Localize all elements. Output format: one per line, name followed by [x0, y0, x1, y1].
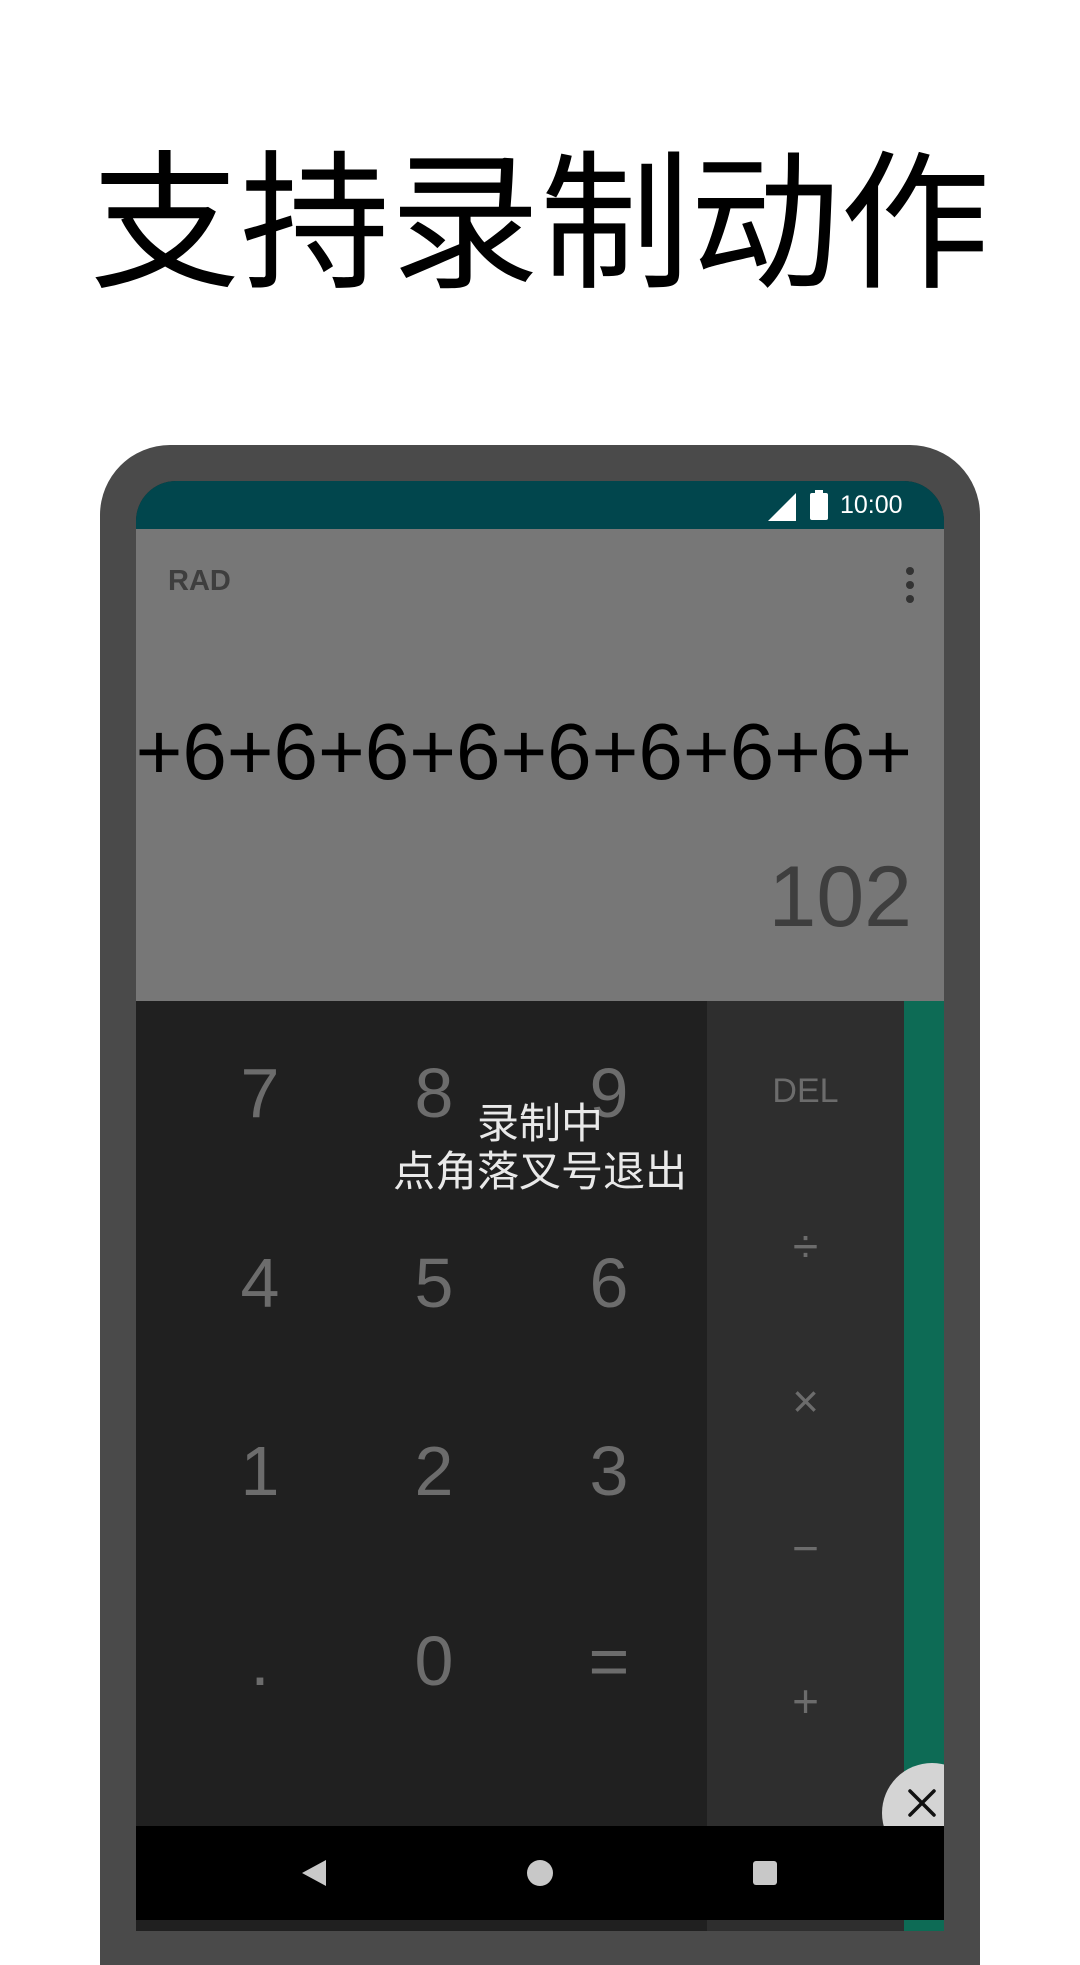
key-1[interactable]: 1: [172, 1411, 348, 1531]
expression-field[interactable]: +6+6+6+6+6+6+6+6+: [136, 707, 912, 797]
key-5[interactable]: 5: [346, 1223, 522, 1343]
key-4[interactable]: 4: [172, 1223, 348, 1343]
plus-button[interactable]: +: [707, 1651, 904, 1751]
key-7[interactable]: 7: [172, 1033, 348, 1153]
operator-panel: DEL ÷ × − +: [707, 1001, 904, 1931]
headline: 支持录制动作: [89, 138, 990, 312]
navigation-bar: [136, 1826, 944, 1920]
recents-icon[interactable]: [753, 1861, 777, 1885]
calculator-display: RAD +6+6+6+6+6+6+6+6+ 102: [136, 529, 944, 1001]
close-icon: [908, 1789, 936, 1817]
home-icon[interactable]: [527, 1860, 553, 1886]
overflow-menu-icon[interactable]: [906, 567, 916, 607]
recording-status-text: 录制中: [476, 1099, 603, 1148]
key-0[interactable]: 0: [346, 1601, 522, 1721]
minus-button[interactable]: −: [707, 1498, 904, 1598]
status-time: 10:00: [840, 491, 903, 519]
phone-frame: 10:00 RAD +6+6+6+6+6+6+6+6+ 102 7 8 9 4 …: [100, 445, 980, 1965]
recording-overlay: 录制中 点角落叉号退出: [380, 1100, 700, 1196]
key-decimal[interactable]: .: [172, 1601, 348, 1721]
status-bar: 10:00: [136, 481, 944, 529]
angle-mode-label[interactable]: RAD: [168, 565, 231, 598]
delete-button[interactable]: DEL: [707, 1041, 904, 1141]
signal-icon: [768, 493, 796, 521]
key-2[interactable]: 2: [346, 1411, 522, 1531]
recording-exit-hint: 点角落叉号退出: [392, 1147, 687, 1196]
back-icon[interactable]: [302, 1860, 326, 1886]
close-button[interactable]: [882, 1763, 944, 1826]
close-button-clip: [880, 1760, 944, 1826]
divide-button[interactable]: ÷: [707, 1196, 904, 1296]
key-3[interactable]: 3: [521, 1411, 697, 1531]
key-6[interactable]: 6: [521, 1223, 697, 1343]
phone-screen: 10:00 RAD +6+6+6+6+6+6+6+6+ 102 7 8 9 4 …: [136, 481, 944, 1931]
multiply-button[interactable]: ×: [707, 1351, 904, 1451]
battery-icon: [810, 490, 828, 520]
result-value: 102: [768, 849, 913, 945]
key-equals[interactable]: =: [521, 1601, 697, 1721]
